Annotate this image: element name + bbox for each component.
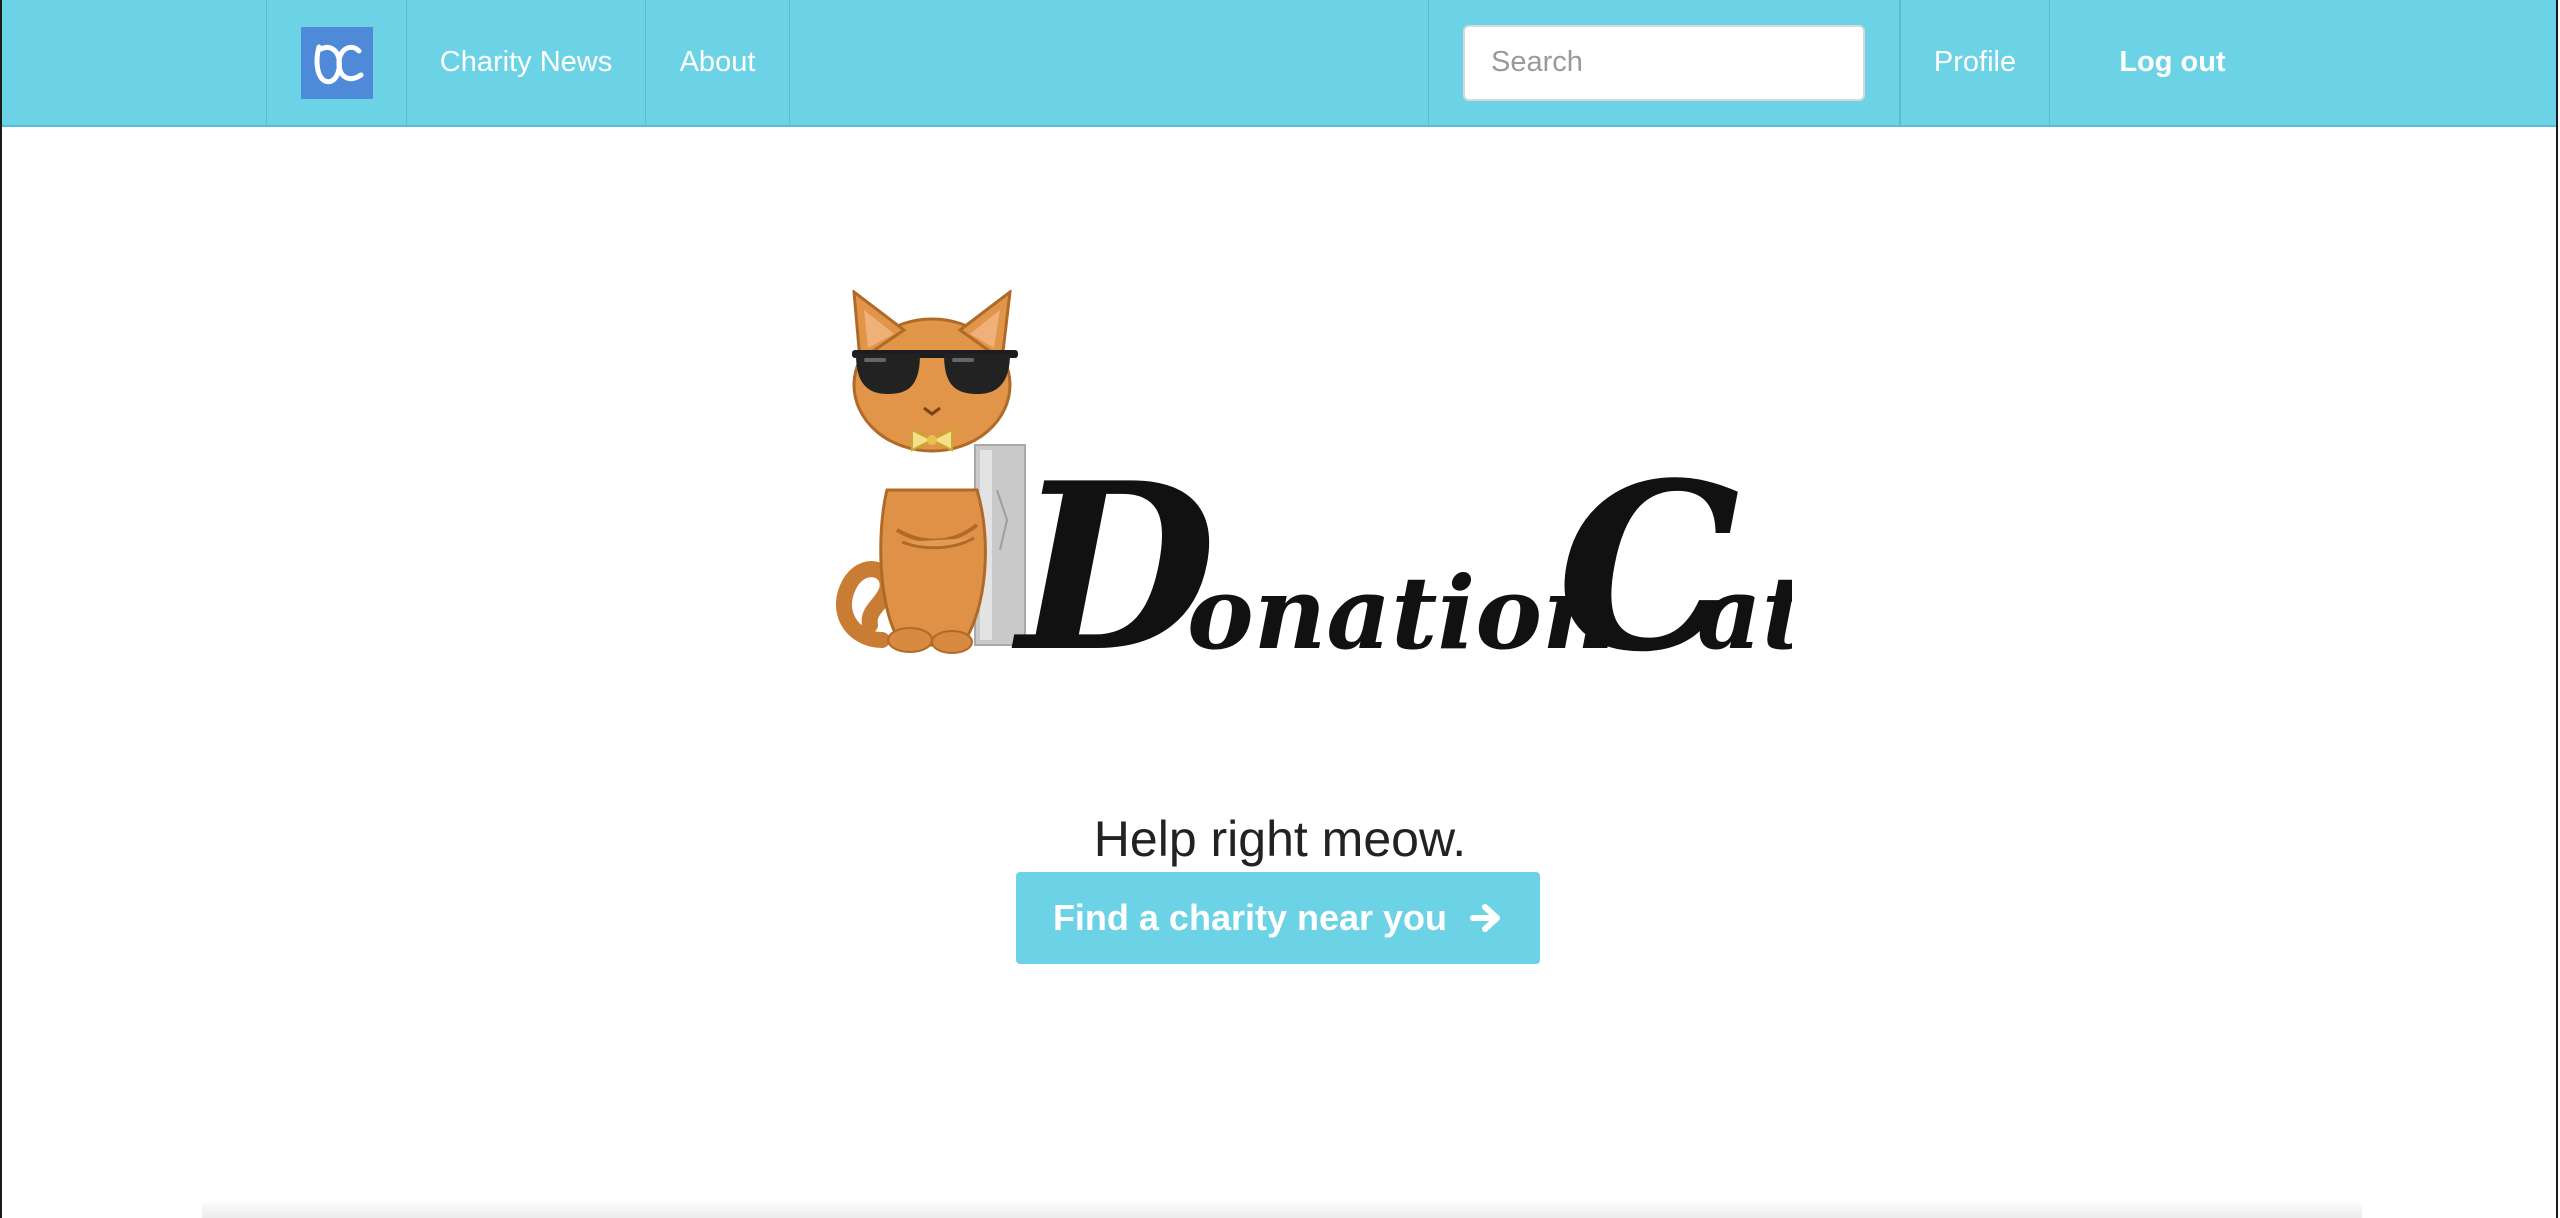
nav-link-about-label: About [679,46,756,78]
page: Charity News About Profile Log out [0,0,2558,1218]
find-charity-button[interactable]: Find a charity near you [1016,872,1540,964]
nav-link-charity-news-label: Charity News [439,46,613,78]
nav-link-charity-news[interactable]: Charity News [406,0,645,125]
nav-link-profile[interactable]: Profile [1900,0,2050,125]
nav-link-profile-label: Profile [1933,46,2017,78]
wordmark-onation: onation [1187,554,1615,660]
top-navbar: Charity News About Profile Log out [2,0,2556,127]
brand-link[interactable] [266,0,406,125]
search-container [1428,0,1900,125]
nav-link-about[interactable]: About [645,0,790,125]
nav-link-logout[interactable]: Log out [2050,0,2295,125]
hero-tagline: Help right meow. [1093,811,1467,867]
search-input[interactable] [1463,24,1865,101]
find-charity-button-label: Find a charity near you [1052,897,1448,938]
donation-cat-logo: D onation C at [835,288,1808,703]
navbar-inner: Charity News About Profile Log out [266,0,2266,125]
hero-logo: D onation C at [792,288,1808,703]
wordmark-d: D [1011,433,1216,660]
footer-edge [202,1200,2362,1218]
brand-logo [300,26,373,99]
donation-cat-wordmark: D onation C at [1011,433,1808,703]
arrow-right-icon [1470,904,1501,932]
brand-logo-icon [314,44,363,84]
wordmark-at: at [1697,554,1792,660]
nav-link-logout-label: Log out [2119,46,2226,78]
